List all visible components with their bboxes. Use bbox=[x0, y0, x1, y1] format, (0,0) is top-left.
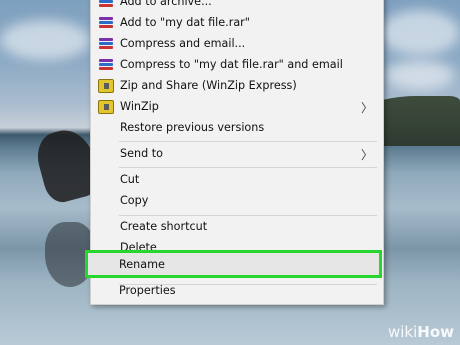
menu-item-rename[interactable]: Rename bbox=[90, 253, 382, 275]
watermark-suffix: How bbox=[417, 323, 454, 341]
winrar-icon bbox=[98, 37, 114, 51]
chevron-right-icon: 〉 bbox=[360, 148, 373, 162]
menu-item-send-to[interactable]: Send to 〉 bbox=[91, 143, 383, 164]
menu-item-label: Rename bbox=[119, 257, 165, 271]
menu-item-label: Cut bbox=[120, 173, 140, 186]
menu-item-label: Copy bbox=[120, 194, 149, 207]
wikihow-watermark: wikiHow bbox=[388, 323, 454, 341]
menu-item-label: Zip and Share (WinZip Express) bbox=[120, 79, 297, 92]
menu-item-cut[interactable]: Cut bbox=[91, 169, 383, 190]
menu-item-label: Properties bbox=[119, 284, 176, 297]
cloud bbox=[0, 20, 90, 60]
menu-separator bbox=[119, 141, 377, 142]
menu-item-label: Add to archive... bbox=[120, 0, 212, 8]
watermark-prefix: wiki bbox=[387, 323, 418, 341]
menu-item-label: Add to "my dat file.rar" bbox=[120, 16, 250, 29]
menu-item-winzip[interactable]: WinZip 〉 bbox=[91, 96, 383, 117]
winzip-icon bbox=[98, 99, 114, 114]
menu-item-compress-to-rar-and-email[interactable]: Compress to "my dat file.rar" and email bbox=[91, 54, 383, 75]
menu-item-restore-previous-versions[interactable]: Restore previous versions bbox=[91, 117, 383, 138]
menu-separator bbox=[119, 167, 377, 168]
menu-item-properties[interactable]: Properties bbox=[90, 280, 382, 301]
menu-item-create-shortcut[interactable]: Create shortcut bbox=[91, 216, 383, 237]
menu-item-label: WinZip bbox=[120, 100, 159, 113]
menu-item-label: Compress and email... bbox=[120, 37, 246, 50]
menu-item-copy[interactable]: Copy bbox=[91, 190, 383, 211]
cloud bbox=[380, 10, 460, 55]
menu-item-zip-and-share[interactable]: Zip and Share (WinZip Express) bbox=[91, 75, 383, 96]
menu-item-add-to-archive[interactable]: Add to archive... bbox=[91, 0, 383, 12]
cloud bbox=[385, 60, 455, 90]
menu-item-label: Send to bbox=[120, 147, 163, 160]
menu-item-label: Compress to "my dat file.rar" and email bbox=[120, 58, 343, 71]
winrar-icon bbox=[98, 58, 114, 72]
winrar-icon bbox=[98, 16, 114, 30]
menu-item-add-to-rar[interactable]: Add to "my dat file.rar" bbox=[91, 12, 383, 33]
menu-item-compress-and-email[interactable]: Compress and email... bbox=[91, 33, 383, 54]
winrar-icon bbox=[98, 0, 114, 9]
menu-item-label: Restore previous versions bbox=[120, 121, 265, 134]
winzip-icon bbox=[98, 78, 114, 93]
menu-item-label: Create shortcut bbox=[120, 220, 208, 233]
chevron-right-icon: 〉 bbox=[360, 101, 373, 115]
